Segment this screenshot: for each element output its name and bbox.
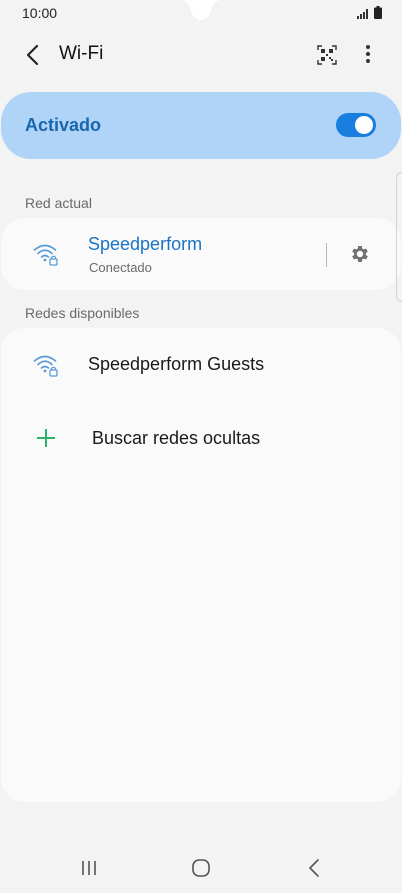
system-nav-bar <box>0 843 402 893</box>
status-time: 10:00 <box>22 5 58 21</box>
more-vert-icon[interactable] <box>358 43 378 65</box>
section-header-available: Redes disponibles <box>25 305 140 321</box>
network-list-item[interactable]: Speedperform Guests <box>1 328 401 402</box>
network-name: Speedperform Guests <box>88 354 265 374</box>
back-icon[interactable] <box>22 44 44 66</box>
wifi-lock-icon <box>33 355 58 377</box>
current-network-item[interactable]: Speedperform Conectado <box>1 218 319 290</box>
add-hidden-network-label: Buscar redes ocultas <box>92 428 261 448</box>
current-network-card: Speedperform Conectado <box>1 218 401 290</box>
nav-home-icon[interactable] <box>191 858 211 878</box>
vertical-divider <box>326 243 327 267</box>
nav-recents-icon[interactable] <box>80 859 98 877</box>
wifi-master-switch[interactable]: Activado <box>1 92 401 159</box>
add-hidden-network-item[interactable]: Buscar redes ocultas <box>1 402 401 476</box>
app-bar: Wi-Fi <box>0 34 402 76</box>
toggle-knob <box>355 116 373 134</box>
current-network-status: Conectado <box>89 260 152 275</box>
battery-icon <box>374 6 382 19</box>
signal-icon <box>357 9 368 19</box>
page-title: Wi-Fi <box>59 43 104 64</box>
available-networks-card: Speedperform Guests Buscar redes ocultas <box>1 328 401 802</box>
wifi-toggle[interactable] <box>336 113 376 137</box>
section-header-current: Red actual <box>25 195 92 211</box>
current-network-name: Speedperform <box>88 234 203 254</box>
nav-back-icon[interactable] <box>305 858 323 878</box>
master-switch-label: Activado <box>25 115 102 135</box>
gear-icon[interactable] <box>349 243 371 265</box>
status-bar: 10:00 <box>0 0 402 26</box>
camera-notch <box>180 0 222 22</box>
wifi-settings-screen: 10:00 Wi-Fi Activado Red actual Speedper… <box>0 0 402 893</box>
qr-code-icon[interactable] <box>317 45 337 65</box>
plus-icon <box>37 429 55 447</box>
status-icons <box>357 6 382 19</box>
scroll-indicator[interactable] <box>396 172 402 302</box>
wifi-lock-icon <box>33 244 58 266</box>
